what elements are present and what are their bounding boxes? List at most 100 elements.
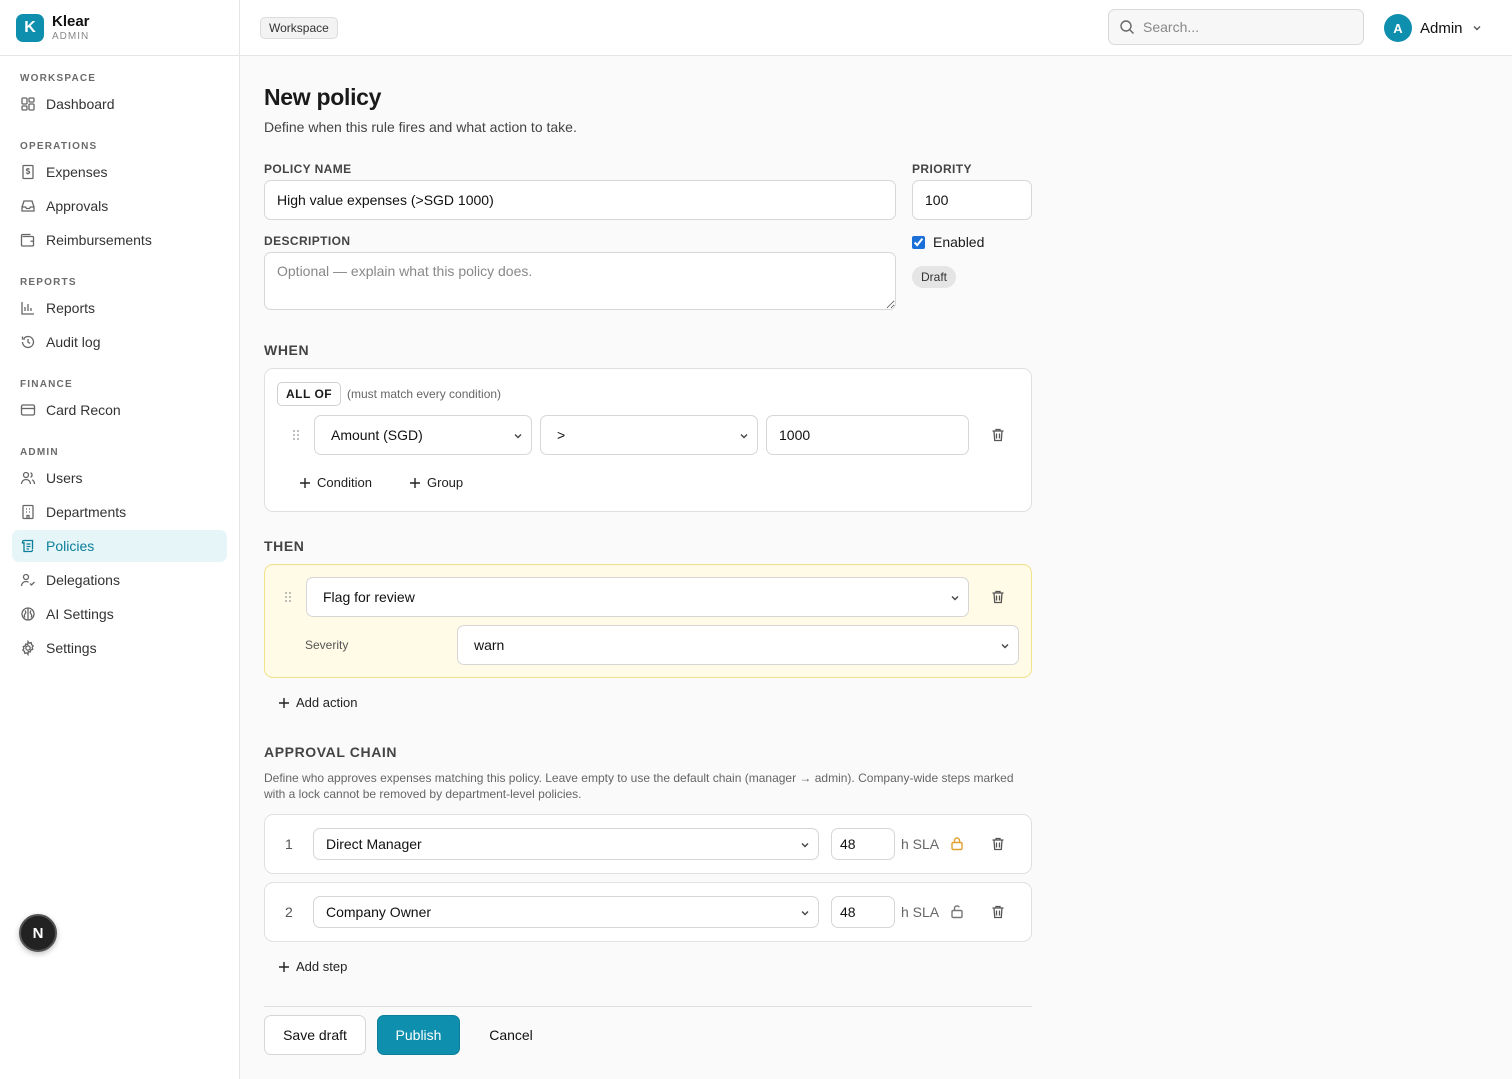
brand-subtitle: ADMIN bbox=[52, 30, 90, 42]
save-draft-button[interactable]: Save draft bbox=[264, 1015, 366, 1055]
match-mode-hint: (must match every condition) bbox=[347, 387, 502, 401]
trash-icon[interactable] bbox=[990, 904, 1006, 920]
sidebar-item-approvals[interactable]: Approvals bbox=[12, 190, 227, 222]
severity-select[interactable]: warn bbox=[457, 625, 1019, 665]
user-name: Admin bbox=[1420, 19, 1463, 37]
sidebar-item-label: Card Recon bbox=[46, 402, 121, 418]
severity-value: warn bbox=[474, 637, 505, 653]
sidebar-item-ai-settings[interactable]: AI Settings bbox=[12, 598, 227, 630]
dev-tools-button[interactable]: N bbox=[19, 914, 57, 952]
sidebar-item-expenses[interactable]: Expenses bbox=[12, 156, 227, 188]
sidebar-item-label: Users bbox=[46, 470, 83, 486]
chevron-down-icon bbox=[950, 593, 960, 603]
lock-icon[interactable] bbox=[950, 836, 964, 851]
sidebar-item-policies[interactable]: Policies bbox=[12, 530, 227, 562]
chevron-down-icon bbox=[739, 431, 749, 441]
credit-card-icon bbox=[20, 402, 36, 418]
step-number: 1 bbox=[285, 836, 293, 852]
priority-input[interactable] bbox=[912, 180, 1032, 220]
sidebar-nav: WORKSPACE Dashboard OPERATIONS Expenses … bbox=[0, 73, 239, 664]
condition-field-select[interactable]: Amount (SGD) bbox=[314, 415, 532, 455]
when-card: ALL OF (must match every condition) Amou… bbox=[264, 368, 1032, 512]
sidebar-item-label: Approvals bbox=[46, 198, 109, 214]
sidebar-item-label: Settings bbox=[46, 640, 97, 656]
brand-logo: K bbox=[16, 13, 44, 42]
plus-icon bbox=[299, 477, 311, 489]
sla-unit-label: h SLA bbox=[901, 904, 940, 920]
approver-value: Direct Manager bbox=[326, 836, 422, 852]
search-input[interactable] bbox=[1143, 19, 1343, 35]
condition-value-input[interactable] bbox=[766, 415, 969, 455]
search-box[interactable] bbox=[1108, 9, 1364, 45]
user-check-icon bbox=[20, 572, 36, 588]
condition-field-value: Amount (SGD) bbox=[331, 427, 423, 443]
history-icon bbox=[20, 334, 36, 350]
trash-icon[interactable] bbox=[990, 427, 1006, 443]
wallet-icon bbox=[20, 232, 36, 248]
cancel-button[interactable]: Cancel bbox=[472, 1015, 550, 1055]
unlock-icon[interactable] bbox=[950, 904, 964, 919]
approver-select[interactable]: Company Owner bbox=[313, 896, 819, 928]
brain-icon bbox=[20, 606, 36, 622]
trash-icon[interactable] bbox=[990, 589, 1006, 605]
condition-operator-select[interactable]: > bbox=[540, 415, 758, 455]
approval-description: Define who approves expenses matching th… bbox=[264, 771, 1014, 801]
add-condition-label: Condition bbox=[317, 475, 372, 490]
trash-icon[interactable] bbox=[990, 836, 1006, 852]
policy-name-input[interactable] bbox=[264, 180, 896, 220]
sidebar-item-audit-log[interactable]: Audit log bbox=[12, 326, 227, 358]
policy-name-label: POLICY NAME bbox=[264, 162, 352, 176]
bar-chart-icon bbox=[20, 300, 36, 316]
nav-section-admin: ADMIN bbox=[20, 447, 59, 458]
sidebar-item-label: Departments bbox=[46, 504, 127, 520]
description-textarea[interactable] bbox=[264, 252, 896, 310]
when-section-title: WHEN bbox=[264, 342, 310, 358]
sidebar-item-users[interactable]: Users bbox=[12, 462, 227, 494]
sidebar-item-delegations[interactable]: Delegations bbox=[12, 564, 227, 596]
user-menu[interactable]: A Admin bbox=[1384, 14, 1483, 42]
then-section-title: THEN bbox=[264, 538, 305, 554]
brand[interactable]: K Klear ADMIN bbox=[0, 0, 239, 56]
add-action-button[interactable]: Add action bbox=[278, 695, 357, 710]
add-step-button[interactable]: Add step bbox=[278, 959, 347, 974]
publish-button[interactable]: Publish bbox=[377, 1015, 460, 1055]
scroll-icon bbox=[20, 538, 36, 554]
action-type-select[interactable]: Flag for review bbox=[306, 577, 969, 617]
approver-select[interactable]: Direct Manager bbox=[313, 828, 819, 860]
sidebar-item-departments[interactable]: Departments bbox=[12, 496, 227, 528]
footer-divider bbox=[264, 1006, 1032, 1007]
then-card: Flag for review Severity warn bbox=[264, 564, 1032, 678]
sidebar-item-label: Policies bbox=[46, 538, 95, 554]
drag-handle-icon[interactable] bbox=[289, 428, 303, 442]
priority-label: PRIORITY bbox=[912, 162, 972, 176]
receipt-icon bbox=[20, 164, 36, 180]
search-icon bbox=[1119, 19, 1135, 35]
breadcrumb[interactable]: Workspace bbox=[260, 17, 338, 39]
approval-section-title: APPROVAL CHAIN bbox=[264, 744, 398, 760]
nav-section-reports: REPORTS bbox=[20, 277, 77, 288]
chevron-down-icon bbox=[1000, 641, 1010, 651]
sidebar-item-card-recon[interactable]: Card Recon bbox=[12, 394, 227, 426]
add-condition-button[interactable]: Condition bbox=[299, 475, 372, 490]
enabled-checkbox[interactable] bbox=[912, 235, 925, 249]
step-number: 2 bbox=[285, 904, 293, 920]
sidebar-item-label: Reports bbox=[46, 300, 96, 316]
sidebar-item-dashboard[interactable]: Dashboard bbox=[12, 88, 227, 120]
condition-operator-value: > bbox=[557, 427, 566, 443]
nav-section-operations: OPERATIONS bbox=[20, 141, 98, 152]
sla-hours-input[interactable] bbox=[831, 828, 895, 860]
enabled-toggle[interactable]: Enabled bbox=[912, 234, 984, 250]
users-icon bbox=[20, 470, 36, 486]
plus-icon bbox=[409, 477, 421, 489]
sidebar-item-settings[interactable]: Settings bbox=[12, 632, 227, 664]
plus-icon bbox=[278, 697, 290, 709]
match-mode-toggle[interactable]: ALL OF bbox=[277, 382, 342, 406]
sidebar-item-reports[interactable]: Reports bbox=[12, 292, 227, 324]
plus-icon bbox=[278, 961, 290, 973]
inbox-icon bbox=[20, 198, 36, 214]
chevron-down-icon bbox=[800, 908, 810, 918]
drag-handle-icon[interactable] bbox=[281, 590, 295, 604]
add-group-button[interactable]: Group bbox=[409, 475, 463, 490]
sidebar-item-reimbursements[interactable]: Reimbursements bbox=[12, 224, 227, 256]
sla-hours-input[interactable] bbox=[831, 896, 895, 928]
